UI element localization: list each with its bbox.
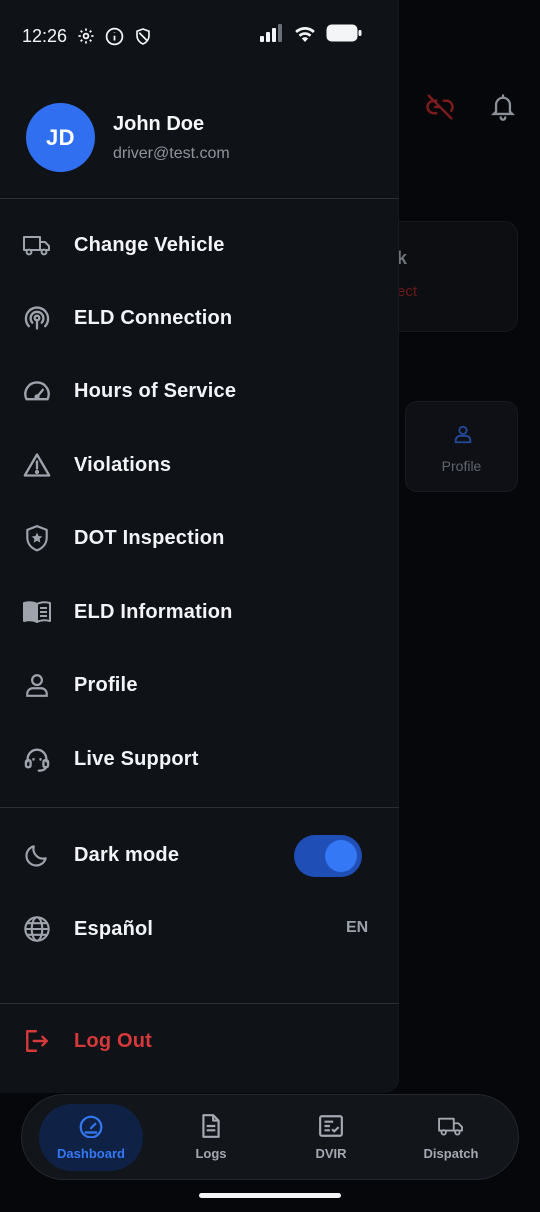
- menu-label: Violations: [74, 453, 172, 476]
- menu-item-eld-information[interactable]: ELD Information: [0, 584, 399, 640]
- nav-label: Logs: [195, 1146, 227, 1161]
- profile-tile-label: Profile: [441, 458, 482, 474]
- menu-label: Profile: [74, 673, 138, 696]
- headset-icon: [22, 744, 52, 774]
- battery-icon: [326, 24, 362, 47]
- warning-icon: [22, 450, 52, 480]
- dark-mode-label: Dark mode: [74, 843, 180, 866]
- language-row[interactable]: Español: [0, 901, 399, 957]
- menu-label: Change Vehicle: [74, 233, 225, 256]
- profile-tile[interactable]: Profile: [405, 401, 518, 492]
- bell-icon[interactable]: [489, 92, 517, 127]
- person-icon: [22, 670, 52, 700]
- wifi-icon: [293, 24, 317, 47]
- truck-icon: [22, 230, 52, 260]
- language-code: EN: [346, 919, 369, 936]
- menu-label: Live Support: [74, 747, 199, 770]
- info-icon: [105, 27, 124, 46]
- nav-label: Dispatch: [423, 1146, 479, 1161]
- globe-icon: [22, 914, 52, 944]
- shield-star-icon: [22, 523, 52, 553]
- truck-icon: [437, 1113, 465, 1139]
- menu-item-change-vehicle[interactable]: Change Vehicle: [0, 217, 399, 273]
- nav-label: DVIR: [315, 1146, 347, 1161]
- navigation-drawer: 12:26 JD John Doe driver@test.com Change…: [0, 0, 399, 1093]
- bottom-navigation: Dashboard Logs DVIR Dispatch: [21, 1094, 519, 1180]
- divider: [0, 807, 399, 808]
- logout-button[interactable]: Log Out: [0, 1013, 399, 1069]
- menu-label: ELD Connection: [74, 306, 233, 329]
- nav-dvir[interactable]: DVIR: [279, 1104, 383, 1171]
- menu-item-hours-of-service[interactable]: Hours of Service: [0, 363, 399, 419]
- dark-mode-toggle[interactable]: [294, 835, 362, 877]
- menu-item-live-support[interactable]: Live Support: [0, 731, 399, 787]
- person-icon: [452, 422, 474, 451]
- checklist-icon: [318, 1113, 344, 1139]
- logout-label: Log Out: [74, 1029, 153, 1052]
- divider: [0, 1003, 399, 1004]
- language-label: Español: [74, 917, 154, 940]
- link-off-icon[interactable]: [425, 92, 455, 127]
- cellular-signal-icon: [260, 24, 284, 47]
- divider: [0, 198, 399, 199]
- user-name: John Doe: [113, 112, 205, 135]
- speedometer-icon: [22, 376, 52, 406]
- avatar: JD: [26, 103, 95, 172]
- moon-icon: [22, 840, 52, 870]
- gear-icon: [77, 27, 95, 45]
- menu-item-eld-connection[interactable]: ELD Connection: [0, 290, 399, 346]
- book-icon: [22, 597, 52, 627]
- status-icons: [260, 24, 362, 47]
- nav-label: Dashboard: [57, 1146, 125, 1161]
- menu-item-violations[interactable]: Violations: [0, 437, 399, 493]
- shield-icon: [134, 27, 152, 46]
- toggle-knob: [325, 840, 357, 872]
- status-bar: 12:26: [22, 23, 152, 49]
- nav-dashboard[interactable]: Dashboard: [39, 1104, 143, 1171]
- speedometer-icon: [78, 1113, 104, 1139]
- nav-dispatch[interactable]: Dispatch: [399, 1104, 503, 1171]
- home-indicator[interactable]: [199, 1193, 341, 1198]
- menu-label: Hours of Service: [74, 379, 237, 402]
- user-profile-header[interactable]: JD John Doe driver@test.com: [26, 103, 230, 172]
- menu-item-dot-inspection[interactable]: DOT Inspection: [0, 510, 399, 566]
- signal-icon: [22, 303, 52, 333]
- nav-logs[interactable]: Logs: [159, 1104, 263, 1171]
- menu-label: DOT Inspection: [74, 526, 225, 549]
- card-subtitle: ect: [397, 283, 418, 300]
- document-icon: [200, 1113, 222, 1139]
- menu-label: ELD Information: [74, 600, 233, 623]
- user-email: driver@test.com: [113, 144, 230, 162]
- menu-item-profile[interactable]: Profile: [0, 657, 399, 713]
- logout-icon: [22, 1026, 52, 1056]
- status-time: 12:26: [22, 25, 68, 46]
